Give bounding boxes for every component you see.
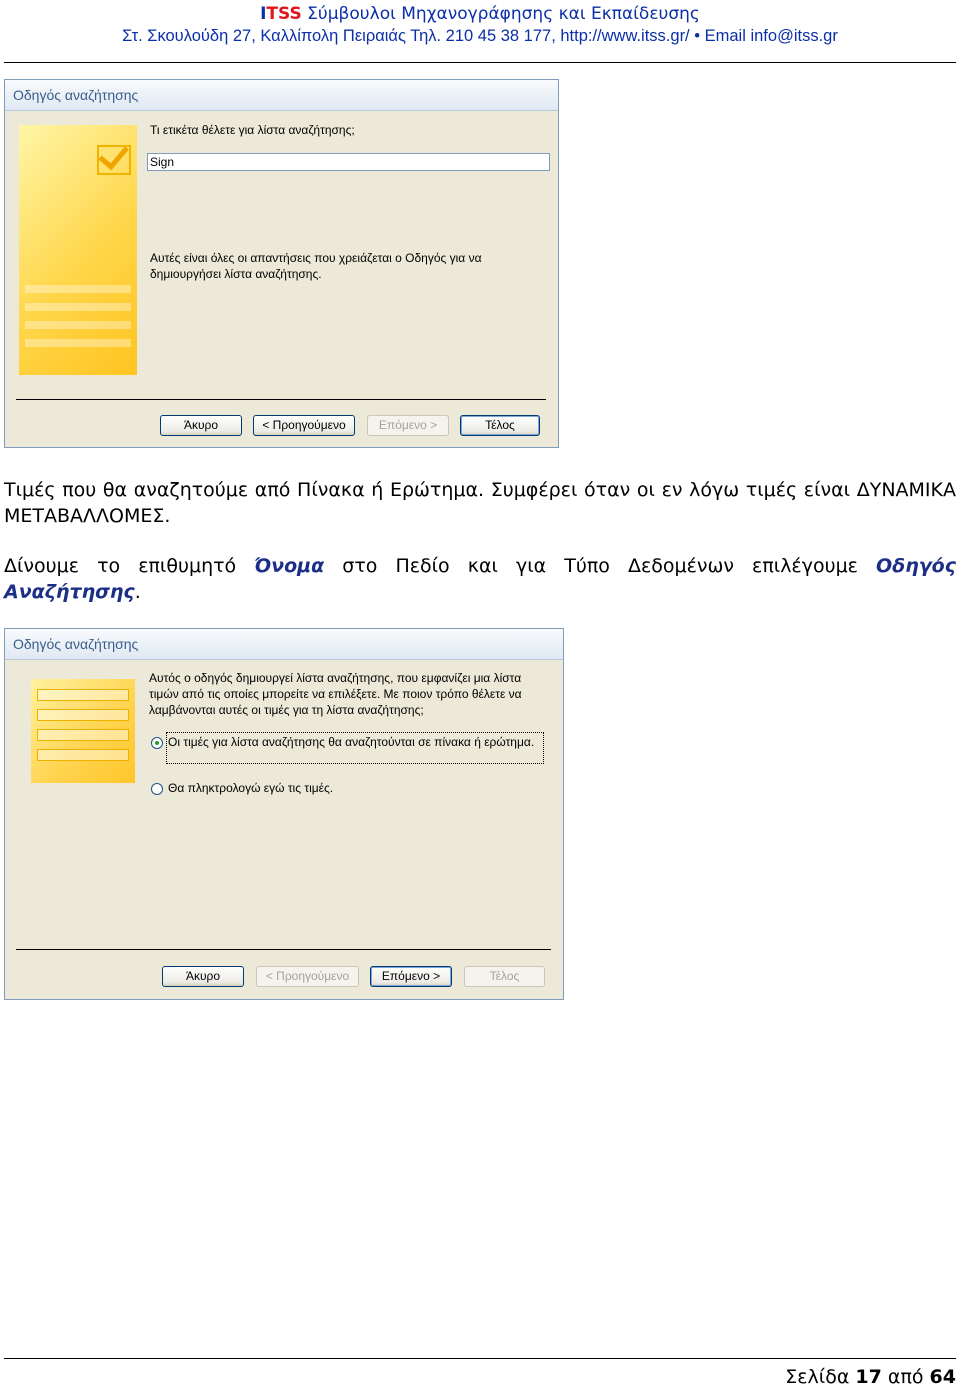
- list-decoration: [37, 729, 129, 741]
- header-rule: [4, 62, 956, 63]
- para2-middle: στο Πεδίο και για Τύπο Δεδομένων επιλέγο…: [324, 555, 876, 577]
- paragraph-2: Δίνουμε το επιθυμητό Όνομα στο Πεδίο και…: [4, 553, 956, 605]
- grid-line-decoration: [25, 285, 131, 293]
- list-decoration: [37, 709, 129, 721]
- footer-rule: [4, 1358, 956, 1359]
- checkbox-icon: [97, 145, 131, 175]
- option-table-query[interactable]: Οι τιμές για λίστα αναζήτησης θα αναζητο…: [168, 734, 534, 750]
- back-button[interactable]: < Προηγούμενο: [253, 415, 355, 436]
- next-button[interactable]: Επόμενο >: [370, 966, 452, 987]
- label-question: Τι ετικέτα θέλετε για λίστα αναζήτησης;: [150, 123, 355, 137]
- wizard-illustration: [19, 125, 137, 375]
- paragraph-1: Τιμές που θα αναζητούμε από Πίνακα ή Ερώ…: [4, 479, 956, 527]
- cancel-button[interactable]: Άκυρο: [162, 966, 244, 987]
- header-company: Σύμβουλοι Μηχανογράφησης και Εκπαίδευσης: [301, 4, 700, 24]
- brand-tss: TSS: [266, 4, 302, 24]
- radio-type-values[interactable]: [151, 783, 163, 795]
- header-title: ITSS Σύμβουλοι Μηχανογράφησης και Εκπαίδ…: [0, 4, 960, 24]
- name-emphasis: Όνομα: [254, 555, 325, 577]
- cancel-button[interactable]: Άκυρο: [160, 415, 242, 436]
- website-link[interactable]: http://www.itss.gr/: [560, 27, 689, 45]
- finish-button[interactable]: Τέλος: [464, 966, 545, 987]
- header-address: Στ. Σκουλούδη 27, Καλλίπολη Πειραιάς Τηλ…: [122, 27, 561, 45]
- intro-text: Αυτός ο οδηγός δημιουργεί λίστα αναζήτησ…: [149, 671, 522, 717]
- grid-line-decoration: [25, 303, 131, 311]
- separator: [16, 399, 546, 400]
- header-email[interactable]: Email info@itss.gr: [705, 27, 838, 45]
- page-number: Σελίδα 17 από 64: [785, 1366, 956, 1388]
- of-word: από: [881, 1366, 930, 1388]
- header-bullet: •: [694, 27, 701, 45]
- grid-line-decoration: [25, 321, 131, 329]
- lookup-wizard-dialog-start: Οδηγός αναζήτησης Αυτός ο οδηγός δημιουρ…: [4, 628, 564, 1000]
- dialog-title: Οδηγός αναζήτησης: [5, 80, 558, 111]
- dropdown-decoration: [37, 689, 129, 701]
- para2-end: .: [134, 581, 141, 603]
- finish-button[interactable]: Τέλος: [460, 415, 540, 436]
- info-text: Αυτές είναι όλες οι απαντήσεις που χρειά…: [150, 251, 482, 281]
- lookup-wizard-dialog-finish: Οδηγός αναζήτησης Τι ετικέτα θέλετε για …: [4, 79, 559, 448]
- current-page: 17: [855, 1366, 882, 1388]
- radio-table-query[interactable]: [151, 737, 163, 749]
- header-contact: Στ. Σκουλούδη 27, Καλλίπολη Πειραιάς Τηλ…: [0, 27, 960, 46]
- wizard-illustration: [31, 679, 135, 783]
- label-input[interactable]: Sign: [147, 153, 550, 171]
- list-decoration: [37, 749, 129, 761]
- back-button[interactable]: < Προηγούμενο: [256, 966, 359, 987]
- para2-start: Δίνουμε το επιθυμητό: [4, 555, 255, 577]
- option-type-values[interactable]: Θα πληκτρολογώ εγώ τις τιμές.: [168, 780, 333, 796]
- grid-line-decoration: [25, 339, 131, 347]
- page-word: Σελίδα: [785, 1366, 856, 1388]
- dialog-title: Οδηγός αναζήτησης: [5, 629, 563, 660]
- total-pages: 64: [929, 1366, 956, 1388]
- separator: [16, 949, 551, 950]
- next-button[interactable]: Επόμενο >: [367, 415, 449, 436]
